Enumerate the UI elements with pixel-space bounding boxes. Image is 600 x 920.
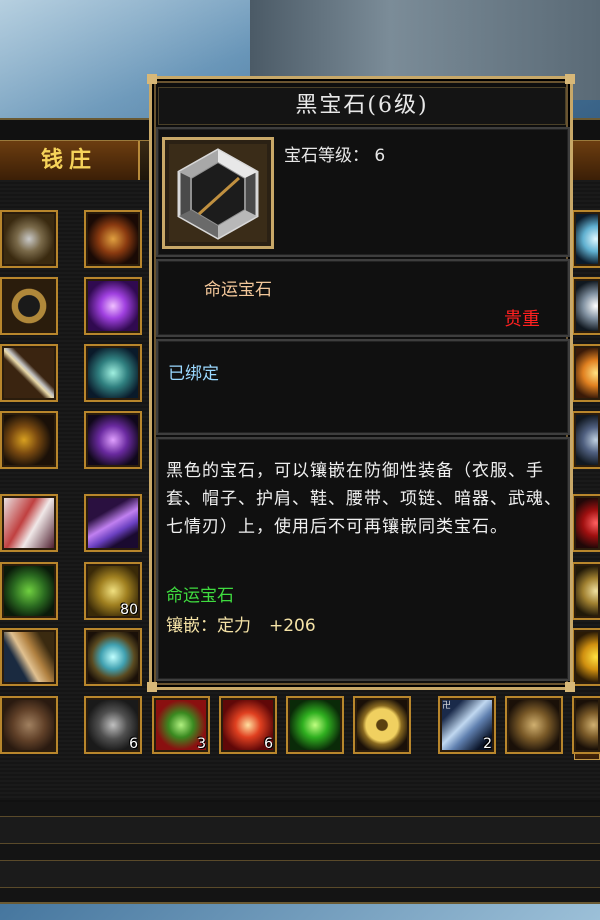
item-slot-treasure-chest[interactable]: [84, 210, 142, 268]
tooltip-corner: [147, 74, 157, 84]
tooltip-corner: [147, 682, 157, 692]
black-gem-icon: [169, 144, 267, 242]
bank-bottom-area: [0, 802, 600, 902]
item-slot-right-3[interactable]: [572, 344, 600, 402]
quality-label: 贵重: [504, 309, 540, 330]
item-slot-purple-potion[interactable]: [84, 411, 142, 469]
inlay-value: +206: [269, 616, 316, 636]
gem-type-name-green: 命运宝石: [166, 586, 234, 606]
gem-description: 黑色的宝石，可以镶嵌在防御性装备（衣服、手套、帽子、护肩、鞋、腰带、项链、暗器、…: [166, 461, 562, 537]
item-slot-scroll[interactable]: [0, 494, 58, 552]
item-slot-beast[interactable]: [505, 696, 563, 754]
item-slot-beast-2[interactable]: [572, 696, 600, 754]
item-slot-right-7[interactable]: [572, 628, 600, 686]
tooltip-binding-panel: [156, 339, 570, 435]
item-slot-spikes[interactable]: [0, 628, 58, 686]
gem-type-name: 命运宝石: [204, 280, 272, 300]
tooltip-corner: [565, 74, 575, 84]
inlay-stat: 镶嵌：定力 +206: [166, 611, 316, 636]
item-slot-right-6[interactable]: [572, 562, 600, 620]
item-slot-green-pouch[interactable]: [0, 562, 58, 620]
item-slot-gold-pouch[interactable]: 80: [84, 562, 142, 620]
item-count: 2: [483, 736, 492, 752]
item-slot-right-5[interactable]: [572, 494, 600, 552]
tooltip-corner: [565, 682, 575, 692]
item-slot-gold-disc[interactable]: [353, 696, 411, 754]
item-count: 3: [197, 736, 206, 752]
gem-icon-frame: [162, 137, 274, 249]
item-slot-orb-shell[interactable]: [84, 628, 142, 686]
item-slot-purple-tome[interactable]: [84, 494, 142, 552]
item-slot-dagger[interactable]: [0, 344, 58, 402]
item-count: 6: [129, 736, 138, 752]
inlay-label: 镶嵌：定力: [166, 616, 251, 636]
item-slot-pet-cat[interactable]: [84, 344, 142, 402]
item-slot-right-4[interactable]: [572, 411, 600, 469]
item-slot-right-2[interactable]: [572, 277, 600, 335]
bank-title: 钱庄: [0, 141, 140, 181]
item-count: 6: [264, 736, 273, 752]
item-tooltip: 黑宝石(6级) 宝石等级： 6 命运宝石 贵重 已绑定 黑色的宝石，可以镶嵌在防…: [147, 74, 575, 692]
item-slot-red-blade[interactable]: 6: [219, 696, 277, 754]
bank-bottom-bar-1: [0, 816, 600, 844]
item-tag: 卍: [442, 701, 452, 711]
item-slot-gear-ring[interactable]: [0, 210, 58, 268]
item-slot-emerald[interactable]: [286, 696, 344, 754]
item-slot-ice-wing[interactable]: 卍 2: [438, 696, 496, 754]
item-slot-right-1[interactable]: [572, 210, 600, 268]
gem-level-value: 6: [374, 146, 386, 166]
item-count: 80: [120, 602, 138, 618]
binding-status: 已绑定: [168, 364, 219, 384]
item-slot-black-gem-stack[interactable]: 6: [84, 696, 142, 754]
item-slot-dragon[interactable]: [0, 411, 58, 469]
tooltip-title: 黑宝石(6级): [158, 87, 566, 125]
bank-bottom-bar-2: [0, 860, 600, 888]
item-slot-green-ring[interactable]: 3: [152, 696, 210, 754]
item-slot-ore[interactable]: [0, 696, 58, 754]
gem-level-label: 宝石等级：: [284, 146, 369, 166]
item-slot-purple-flame[interactable]: [84, 277, 142, 335]
gem-level: 宝石等级： 6: [284, 141, 385, 166]
item-slot-belt[interactable]: [0, 277, 58, 335]
